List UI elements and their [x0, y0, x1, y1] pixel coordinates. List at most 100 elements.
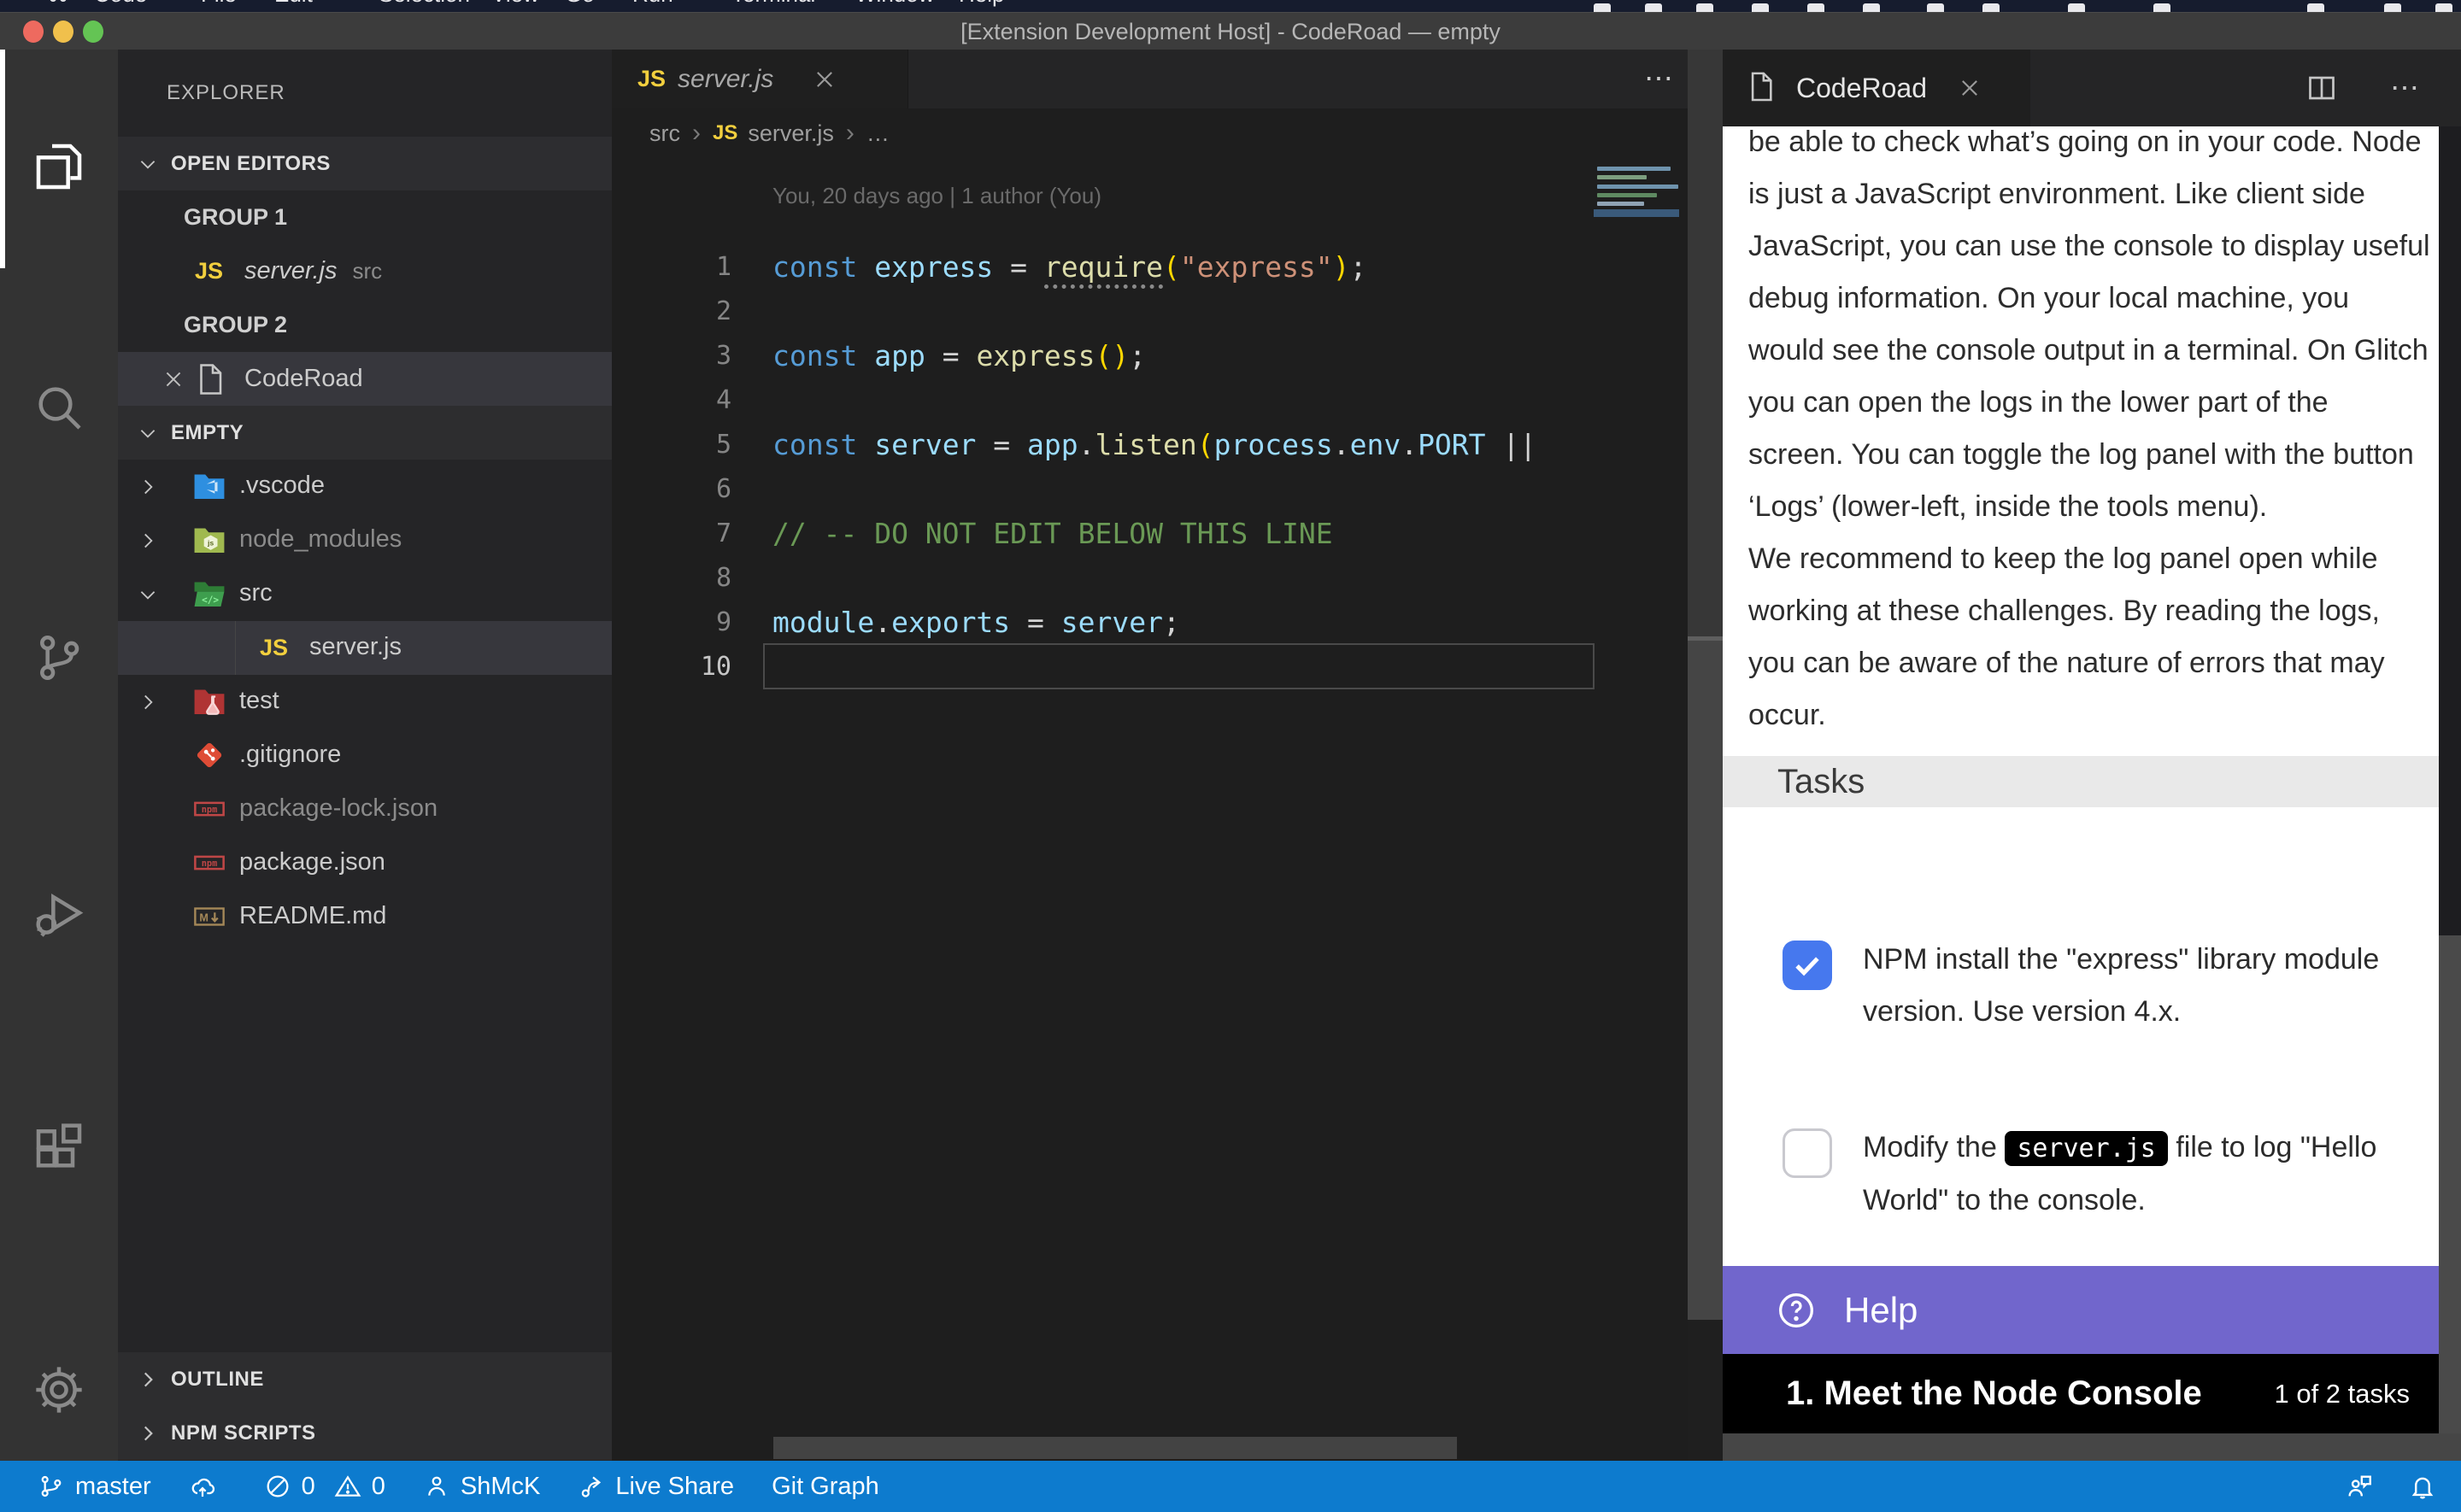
code-token: ;	[1163, 606, 1180, 639]
line-number: 6	[612, 467, 731, 512]
search-icon[interactable]	[32, 380, 86, 435]
lesson-paragraph: be able to check what’s going on in your…	[1748, 126, 2432, 533]
webview-scrollbar-thumb[interactable]	[2439, 126, 2461, 935]
code-token: .	[874, 606, 891, 639]
task-item: Modify the server.js file to log "HelloW…	[1783, 1122, 2376, 1227]
section-workspace-empty[interactable]: EMPTY	[118, 406, 612, 460]
menu-item-file[interactable]: File	[201, 0, 237, 8]
lesson-line: screen. You can toggle the log panel wit…	[1748, 429, 2432, 481]
breadcrumb-item-file[interactable]: server.js	[748, 120, 834, 147]
statusbar-item-feedback[interactable]	[2311, 1472, 2374, 1501]
statusbar-item-errors-count[interactable]: 0	[264, 1473, 315, 1501]
section-open-editors[interactable]: OPEN EDITORS	[118, 137, 612, 190]
webview-scrollbar-track[interactable]	[2439, 935, 2461, 1433]
source-control-icon[interactable]	[32, 630, 86, 685]
menubar-status-icon[interactable]	[2435, 3, 2452, 12]
editor-tab-bar: JS server.js ⋯	[612, 50, 1723, 108]
extensions-icon[interactable]	[32, 1120, 86, 1175]
statusbar-item-git-graph[interactable]: Git Graph	[772, 1473, 879, 1501]
code-token: require	[1044, 250, 1163, 289]
statusbar-item-branch-indicator[interactable]: master	[38, 1473, 151, 1501]
tree-item-README-md[interactable]: MREADME.md	[118, 890, 612, 944]
breadcrumb-item-src[interactable]: src	[649, 120, 680, 147]
menubar-status-icon[interactable]	[1982, 3, 2000, 12]
tree-item--vscode[interactable]: .vscode	[118, 460, 612, 513]
menubar-status-icon[interactable]	[2384, 3, 2401, 12]
window-title-bar[interactable]: [Extension Development Host] - CodeRoad …	[0, 12, 2461, 50]
line-number: 3	[612, 334, 731, 378]
chevron-right-icon	[137, 1422, 159, 1445]
minimap-line	[1597, 167, 1671, 171]
menubar-status-icon[interactable]	[1807, 3, 1824, 12]
menubar-status-icon[interactable]	[1927, 3, 1944, 12]
task-text-part: Modify the	[1863, 1131, 2005, 1163]
menu-item-terminal[interactable]: Terminal	[731, 0, 815, 8]
close-editor-icon[interactable]	[162, 368, 185, 390]
menubar-status-icon[interactable]	[1863, 3, 1880, 12]
open-editor-item-coderoad[interactable]: CodeRoad	[118, 352, 612, 406]
tab-server-js[interactable]: JS server.js	[612, 50, 908, 108]
close-tab-icon[interactable]	[813, 67, 837, 91]
menubar-status-icon[interactable]	[1645, 3, 1662, 12]
apple-menu-icon[interactable]: ⌘	[47, 0, 69, 8]
folder-vscode-icon	[193, 472, 226, 501]
menubar-status-icon[interactable]	[1752, 3, 1769, 12]
task-text-part: version. Use version 4.x.	[1863, 995, 2181, 1028]
menu-item-code[interactable]: Code	[94, 0, 147, 8]
checked-checkbox[interactable]	[1783, 941, 1832, 990]
tree-item-package-json[interactable]: npmpackage.json	[118, 836, 612, 890]
run-debug-icon[interactable]	[32, 887, 86, 941]
folder-test-icon	[193, 687, 226, 716]
tree-item-node_modules[interactable]: jsnode_modules	[118, 513, 612, 567]
panel-more-actions-icon[interactable]: ⋯	[2390, 71, 2422, 105]
code-token: server	[1061, 606, 1163, 639]
unchecked-checkbox[interactable]	[1783, 1128, 1832, 1178]
tree-item-label: test	[239, 687, 279, 715]
split-editor-icon[interactable]	[2306, 73, 2337, 103]
editor-horizontal-scrollbar[interactable]	[773, 1437, 1457, 1459]
tree-item-package-lock-json[interactable]: npmpackage-lock.json	[118, 782, 612, 836]
menubar-status-icon[interactable]	[1696, 3, 1713, 12]
tree-item-src[interactable]: </>src	[118, 567, 612, 621]
statusbar-item-liveshare-account[interactable]: ShMcK	[423, 1473, 540, 1501]
menu-item-selection[interactable]: Selection	[379, 0, 470, 8]
tab-coderoad[interactable]: CodeRoad	[1723, 50, 2030, 126]
explorer-icon[interactable]	[32, 139, 86, 194]
statusbar-item-notifications[interactable]	[2374, 1472, 2437, 1501]
tree-item--gitignore[interactable]: .gitignore	[118, 729, 612, 782]
menu-item-go[interactable]: Go	[565, 0, 595, 8]
statusbar-item-live-share[interactable]: Live Share	[578, 1473, 734, 1501]
menu-item-run[interactable]: Run	[632, 0, 673, 8]
menu-item-help[interactable]: Help	[959, 0, 1004, 8]
statusbar-item-sync-changes[interactable]	[189, 1473, 226, 1500]
tree-item-server-js[interactable]: JSserver.js	[118, 621, 612, 675]
menubar-status-icon[interactable]	[2307, 3, 2324, 12]
tree-item-test[interactable]: test	[118, 675, 612, 729]
lesson-text: be able to check what’s going on in your…	[1748, 126, 2432, 741]
menubar-status-icon[interactable]	[2068, 3, 2085, 12]
lesson-line: JavaScript, you can use the console to d…	[1748, 220, 2432, 273]
help-bar[interactable]: Help	[1723, 1266, 2439, 1354]
coderoad-panel: CodeRoad ⋯ be able to check what’s going…	[1723, 50, 2461, 1461]
menubar-status-icon[interactable]	[1594, 3, 1611, 12]
minimap-line	[1597, 175, 1647, 179]
menu-item-edit[interactable]: Edit	[274, 0, 313, 8]
open-editor-item-server-js[interactable]: JSserver.jssrc	[118, 244, 612, 298]
menu-item-window[interactable]: Window	[855, 0, 934, 8]
breadcrumb-item-symbol[interactable]: …	[866, 120, 890, 147]
settings-gear-icon[interactable]	[32, 1363, 86, 1417]
statusbar-item-warnings-count[interactable]: 0	[334, 1473, 385, 1501]
chevron-down-icon	[137, 153, 159, 175]
close-tab-icon[interactable]	[1958, 76, 1982, 100]
lesson-line: ‘Logs’ (lower-left, inside the tools men…	[1748, 481, 2432, 533]
indent-guide	[235, 621, 236, 675]
tree-item-label: package.json	[239, 848, 385, 876]
section-outline[interactable]: OUTLINE	[118, 1352, 612, 1406]
menubar-status-icon[interactable]	[2153, 3, 2170, 12]
editor-vertical-scrollbar[interactable]	[1688, 50, 1723, 1461]
code-line-6: 6	[612, 467, 1723, 512]
minimap[interactable]	[1594, 167, 1685, 269]
section-npm-scripts[interactable]: NPM SCRIPTS	[118, 1406, 612, 1460]
menu-item-view[interactable]: View	[491, 0, 539, 8]
editor-more-actions-icon[interactable]: ⋯	[1644, 62, 1676, 96]
